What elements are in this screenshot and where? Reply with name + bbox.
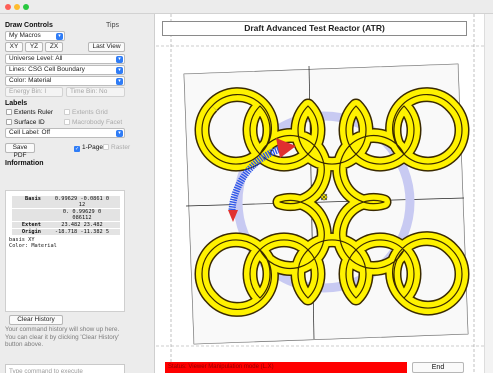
info-row-basis: Basis 0.99629 -0.0861 0 12	[12, 196, 120, 209]
chevron-down-icon: ▾	[116, 78, 123, 85]
macros-dropdown-label: My Macros	[9, 32, 41, 39]
cell-label-dropdown[interactable]: Cell Label: Off ▾	[5, 128, 125, 138]
command-input[interactable]: Type command to execute	[5, 364, 125, 373]
zoom-window-button[interactable]	[23, 4, 29, 10]
plot-title: Draft Advanced Test Reactor (ATR)	[162, 21, 467, 36]
info-row-extent: Extent 23.482 23.482	[12, 222, 120, 229]
info-value: 0. 0.99629 0 086112	[44, 209, 120, 221]
last-view-button[interactable]: Last View	[88, 42, 125, 52]
checkbox-icon	[64, 119, 70, 125]
lines-dropdown[interactable]: Lines: CSG Cell Boundary ▾	[5, 65, 125, 75]
info-value: 0.99629 -0.0861 0 12	[44, 196, 120, 208]
end-button[interactable]: End	[412, 362, 464, 373]
information-panel: Basis 0.99629 -0.0861 0 12 0. 0.99629 0 …	[5, 190, 125, 312]
one-page-checkbox[interactable]: ✓ 1-Page	[74, 144, 103, 152]
origin-marker-icon	[320, 193, 328, 201]
tips-link[interactable]: Tips	[106, 22, 119, 29]
checkmark-icon: ✓	[74, 146, 80, 152]
control-panel: Draw Controls Tips My Macros ▾ XY YZ ZX …	[0, 14, 155, 373]
checkbox-icon	[6, 119, 12, 125]
info-key	[12, 209, 44, 221]
view-xy-button[interactable]: XY	[5, 42, 23, 52]
info-key: Extent	[21, 222, 41, 228]
color-dropdown[interactable]: Color: Material ▾	[5, 76, 125, 86]
info-color-line: Color: Material	[9, 243, 57, 249]
checkbox-icon	[103, 144, 109, 150]
extents-grid-label: Extents Grid	[72, 109, 108, 116]
window-title-bar	[0, 0, 493, 14]
macros-dropdown[interactable]: My Macros ▾	[5, 31, 65, 41]
info-row-origin: Origin -18.718 -11.382 5	[12, 229, 120, 236]
info-key: Origin	[21, 229, 41, 235]
save-pdf-button[interactable]: Save PDF	[5, 143, 35, 159]
status-bar: Status: Viewer Manipulation mode (L.X)	[165, 362, 407, 373]
chevron-down-icon: ▾	[56, 33, 63, 40]
info-value: -18.718 -11.382 5	[54, 229, 110, 235]
raster-checkbox[interactable]: Raster	[103, 144, 130, 152]
energy-bin-dropdown[interactable]: Energy Bin: I	[5, 87, 63, 97]
info-value-line: 086112	[72, 215, 92, 221]
surface-id-checkbox[interactable]: Surface ID	[6, 119, 45, 127]
geometry-plot[interactable]	[156, 14, 484, 373]
draw-controls-title: Draw Controls	[5, 22, 53, 29]
vertical-scrollbar[interactable]	[484, 14, 493, 373]
surface-id-label: Surface ID	[14, 119, 45, 126]
chevron-down-icon: ▾	[116, 56, 123, 63]
universe-level-dropdown[interactable]: Universe Level: All ▾	[5, 54, 125, 64]
macrobody-facet-checkbox[interactable]: Macrobody Facet	[64, 119, 122, 127]
info-value-line: 12	[78, 202, 86, 208]
lines-label: Lines: CSG Cell Boundary	[9, 66, 85, 73]
information-title: Information	[5, 160, 44, 167]
close-window-button[interactable]	[5, 4, 11, 10]
checkbox-icon	[64, 109, 70, 115]
one-page-label: 1-Page	[82, 144, 103, 151]
chevron-down-icon: ▾	[116, 67, 123, 74]
cell-label-value: Cell Label: Off	[9, 129, 51, 136]
extents-grid-checkbox[interactable]: Extents Grid	[64, 109, 108, 117]
plot-view[interactable]	[156, 14, 484, 373]
macrobody-facet-label: Macrobody Facet	[72, 119, 123, 126]
info-key: Basis	[25, 196, 41, 202]
checkbox-icon	[6, 109, 12, 115]
view-zx-button[interactable]: ZX	[45, 42, 63, 52]
view-yz-button[interactable]: YZ	[25, 42, 43, 52]
clear-history-button[interactable]: Clear History	[9, 315, 63, 325]
chevron-down-icon: ▾	[116, 130, 123, 137]
energy-bin-label: Energy Bin: I	[9, 88, 47, 95]
color-label: Color: Material	[9, 77, 52, 84]
command-history: Your command history will show up here. …	[5, 326, 120, 348]
labels-title: Labels	[5, 100, 28, 107]
time-bin-dropdown[interactable]: Time Bin: No	[66, 87, 125, 97]
info-table: Basis 0.99629 -0.0861 0 12 0. 0.99629 0 …	[12, 196, 120, 236]
minimize-window-button[interactable]	[14, 4, 20, 10]
extents-ruler-label: Extents Ruler	[14, 109, 54, 116]
info-value: 23.482 23.482	[61, 222, 103, 228]
info-row-basis-2: 0. 0.99629 0 086112	[12, 209, 120, 222]
time-bin-label: Time Bin: No	[70, 88, 108, 95]
universe-level-label: Universe Level: All	[9, 55, 63, 62]
extents-ruler-checkbox[interactable]: Extents Ruler	[6, 109, 53, 117]
raster-label: Raster	[111, 144, 131, 151]
